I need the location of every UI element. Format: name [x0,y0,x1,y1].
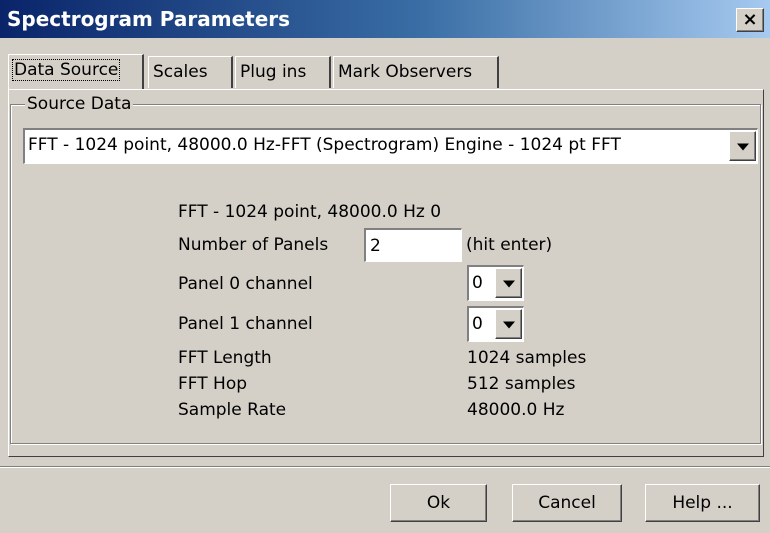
panel-1-channel-label: Panel 1 channel [178,314,313,334]
chevron-down-icon [502,280,515,288]
hit-enter-hint: (hit enter) [466,235,553,255]
tab-data-source-label: Data Source [11,59,121,81]
source-heading: FFT - 1024 point, 48000.0 Hz 0 [178,202,442,222]
source-select[interactable]: FFT - 1024 point, 48000.0 Hz-FFT (Spectr… [23,128,758,164]
chevron-down-icon [502,321,515,329]
tab-plug-ins[interactable]: Plug ins [235,56,331,88]
close-icon: × [742,9,758,30]
tab-plug-ins-label: Plug ins [240,62,307,82]
close-button[interactable]: × [736,8,764,32]
tab-data-source[interactable]: Data Source [8,54,144,89]
fft-hop-label: FFT Hop [178,374,248,394]
panel-0-channel-dropdown-button[interactable] [495,268,522,298]
fft-length-label: FFT Length [178,348,272,368]
number-of-panels-label: Number of Panels [178,235,329,255]
title-bar[interactable]: Spectrogram Parameters × [0,0,770,38]
dialog-title: Spectrogram Parameters [7,7,291,31]
panel-0-channel-select[interactable]: 0 [467,265,524,301]
panel-0-channel-label: Panel 0 channel [178,274,313,294]
panel-1-channel-dropdown-button[interactable] [495,309,522,339]
panel-0-channel-value: 0 [472,273,483,293]
panel-1-channel-value: 0 [472,314,483,334]
fft-length-value: 1024 samples [467,348,587,368]
help-button[interactable]: Help ... [645,484,760,522]
ok-button[interactable]: Ok [390,484,487,522]
sample-rate-label: Sample Rate [178,400,287,420]
panel-1-channel-select[interactable]: 0 [467,306,524,342]
source-select-value: FFT - 1024 point, 48000.0 Hz-FFT (Spectr… [28,135,621,155]
tab-scales[interactable]: Scales [148,56,233,88]
footer-divider [0,466,770,468]
source-select-dropdown-button[interactable] [729,131,756,161]
tab-mark-observers[interactable]: Mark Observers [333,56,499,88]
fft-hop-value: 512 samples [467,374,576,394]
tab-scales-label: Scales [153,62,208,82]
spectrogram-parameters-dialog: Spectrogram Parameters × Data Source Sca… [0,0,770,533]
source-data-group-label: Source Data [25,94,134,114]
cancel-button[interactable]: Cancel [512,484,622,522]
number-of-panels-input[interactable] [364,228,462,262]
sample-rate-value: 48000.0 Hz [467,400,565,420]
tab-mark-observers-label: Mark Observers [338,62,473,82]
chevron-down-icon [736,143,749,151]
